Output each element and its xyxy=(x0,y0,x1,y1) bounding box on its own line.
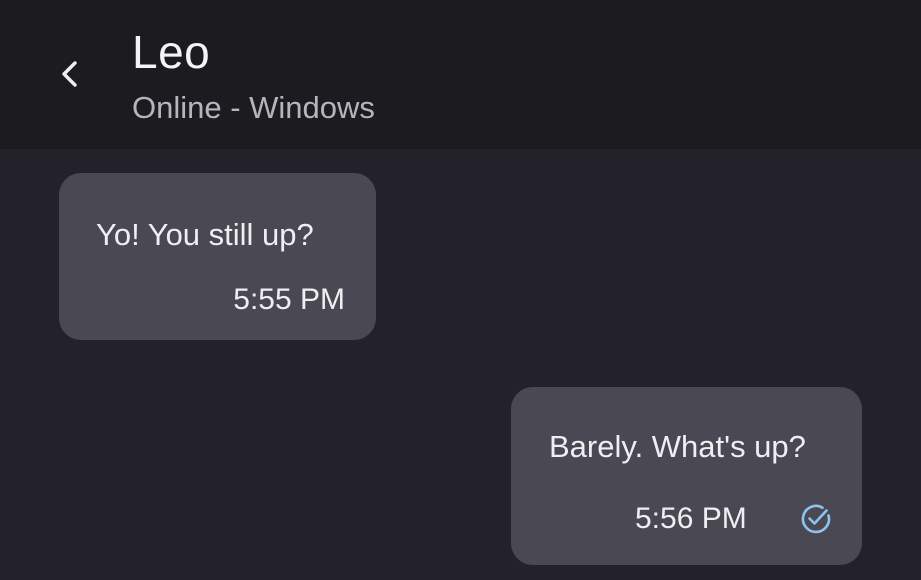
contact-name[interactable]: Leo xyxy=(132,24,210,80)
read-check-icon xyxy=(798,501,834,537)
message-bubble-incoming[interactable]: Yo! You still up? 5:55 PM xyxy=(59,173,376,340)
back-button[interactable] xyxy=(48,50,92,98)
chat-header: Leo Online - Windows xyxy=(0,0,921,149)
message-list[interactable]: Yo! You still up? 5:55 PM Barely. What's… xyxy=(0,149,921,580)
contact-status: Online - Windows xyxy=(132,90,375,125)
message-time: 5:55 PM xyxy=(233,283,345,316)
chevron-left-icon xyxy=(58,57,82,91)
message-text: Barely. What's up? xyxy=(549,429,806,464)
message-text: Yo! You still up? xyxy=(96,217,314,252)
message-bubble-outgoing[interactable]: Barely. What's up? 5:56 PM xyxy=(511,387,862,565)
message-time: 5:56 PM xyxy=(635,502,747,535)
